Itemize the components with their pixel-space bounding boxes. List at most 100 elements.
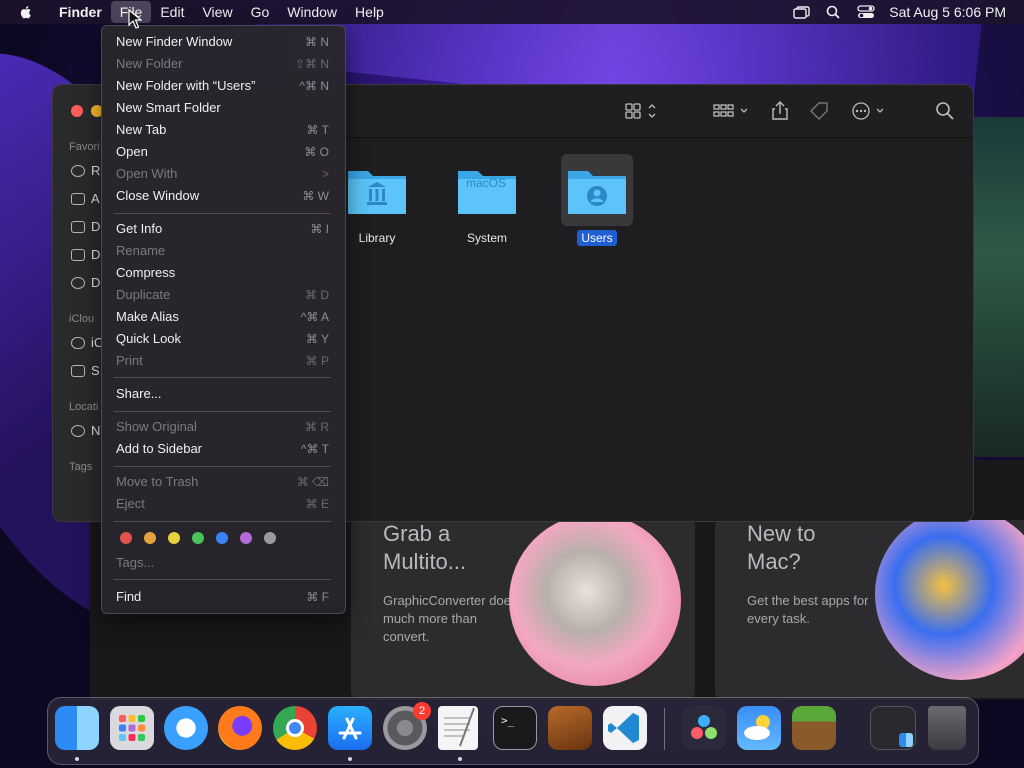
menu-item-get-info[interactable]: Get Info ⌘ I bbox=[116, 219, 331, 239]
menu-item-print: Print ⌘ P bbox=[116, 353, 329, 368]
menu-item-open[interactable]: Open ⌘ O bbox=[116, 142, 331, 162]
store-card-description: GraphicConverter does much more than con… bbox=[383, 593, 518, 644]
menu-item-quick-look[interactable]: Quick Look ⌘ Y bbox=[116, 329, 331, 349]
tag-red-button[interactable] bbox=[120, 532, 132, 544]
stage-manager-icon[interactable] bbox=[793, 5, 811, 19]
sidebar-item-recents[interactable]: R bbox=[71, 163, 100, 178]
dock-safari-icon[interactable] bbox=[164, 706, 208, 750]
menu-bar: Finder File Edit View Go Window Help Sat… bbox=[0, 0, 1024, 24]
applications-icon bbox=[71, 192, 85, 205]
menu-item-new-tab[interactable]: New Tab ⌘ T bbox=[116, 120, 331, 140]
store-card-new-to-mac[interactable]: New to Mac? Get the best apps for every t… bbox=[715, 520, 1024, 698]
folder-label: Users bbox=[577, 230, 617, 246]
more-actions-icon[interactable] bbox=[851, 101, 887, 121]
user-folder-icon bbox=[568, 171, 626, 214]
menu-go[interactable]: Go bbox=[242, 1, 279, 23]
menu-view[interactable]: View bbox=[193, 1, 241, 23]
dock-minecraft-icon[interactable] bbox=[792, 706, 836, 750]
menu-item-share[interactable]: Share... bbox=[116, 384, 331, 404]
dock-finder-icon[interactable] bbox=[55, 706, 99, 750]
menu-item-add-to-sidebar[interactable]: Add to Sidebar ^⌘ T bbox=[116, 439, 331, 459]
dock-chrome-icon[interactable] bbox=[273, 706, 317, 750]
menu-item-new-finder-window[interactable]: New Finder Window ⌘ N bbox=[116, 32, 331, 52]
control-center-icon[interactable] bbox=[857, 5, 875, 19]
menu-finder[interactable]: Finder bbox=[50, 1, 111, 23]
dock-trash-icon[interactable] bbox=[928, 706, 966, 750]
sidebar-section-icloud: iClou bbox=[69, 313, 95, 325]
window-close-button[interactable] bbox=[71, 105, 83, 117]
tag-icon[interactable] bbox=[809, 101, 829, 121]
tag-orange-button[interactable] bbox=[144, 532, 156, 544]
tag-blue-button[interactable] bbox=[216, 532, 228, 544]
icon-view-toggle-icon[interactable] bbox=[625, 101, 659, 121]
menu-item-close-window[interactable]: Close Window ⌘ W bbox=[116, 186, 331, 206]
menu-separator bbox=[114, 377, 331, 378]
library-icon bbox=[348, 171, 406, 214]
menu-item-duplicate: Duplicate ⌘ D bbox=[116, 287, 329, 302]
tag-purple-button[interactable] bbox=[240, 532, 252, 544]
dock-system-settings-icon[interactable]: 2 bbox=[383, 702, 431, 750]
sidebar-item-documents[interactable]: D bbox=[71, 247, 100, 262]
folder-icon bbox=[341, 154, 413, 226]
folder-label: System bbox=[466, 231, 507, 245]
sun-cloud-icon bbox=[744, 715, 770, 740]
menu-item-make-alias[interactable]: Make Alias ^⌘ A bbox=[116, 307, 331, 327]
cloud-icon bbox=[71, 336, 85, 349]
tag-green-button[interactable] bbox=[192, 532, 204, 544]
menu-bar-clock[interactable]: Sat Aug 5 6:06 PM bbox=[889, 4, 1006, 20]
sidebar-item-shared[interactable]: S bbox=[71, 363, 100, 378]
folder-system[interactable]: System bbox=[449, 154, 525, 247]
menu-window[interactable]: Window bbox=[278, 1, 346, 23]
dock-launchpad-icon[interactable] bbox=[110, 706, 154, 750]
finder-badge-icon bbox=[899, 733, 913, 747]
sidebar-item-applications[interactable]: A bbox=[71, 191, 100, 206]
dock-app-store-icon[interactable] bbox=[328, 706, 372, 750]
menu-separator bbox=[114, 213, 331, 214]
system-folder-glyph: macOS bbox=[465, 176, 506, 190]
folder-users[interactable]: Users bbox=[559, 154, 635, 247]
folder-icon bbox=[451, 154, 523, 226]
sidebar-item-icloud-drive[interactable]: iC bbox=[71, 335, 103, 350]
spotlight-search-icon[interactable] bbox=[825, 5, 843, 19]
sidebar-item-downloads[interactable]: D bbox=[71, 275, 100, 290]
dock-separator bbox=[664, 708, 665, 750]
menu-item-new-folder-with-selection[interactable]: New Folder with “Users” ^⌘ N bbox=[116, 76, 331, 96]
dock-terminal-icon[interactable]: >_ bbox=[493, 706, 537, 750]
folder-library[interactable]: Library bbox=[339, 154, 415, 247]
dock-weather-icon[interactable] bbox=[737, 706, 781, 750]
menu-help[interactable]: Help bbox=[346, 1, 393, 23]
tag-yellow-button[interactable] bbox=[168, 532, 180, 544]
search-icon[interactable] bbox=[935, 101, 955, 121]
menu-item-new-smart-folder[interactable]: New Smart Folder bbox=[116, 98, 331, 118]
textedit-lines-icon bbox=[444, 707, 475, 747]
background-window-art bbox=[972, 117, 1024, 457]
globe-icon bbox=[71, 424, 85, 437]
menu-item-find[interactable]: Find ⌘ F bbox=[116, 587, 331, 607]
menu-item-compress[interactable]: Compress bbox=[116, 263, 331, 283]
menu-edit[interactable]: Edit bbox=[151, 1, 193, 23]
sidebar-item-network[interactable]: N bbox=[71, 423, 100, 438]
clock-icon bbox=[71, 164, 85, 177]
desktop-icon bbox=[71, 220, 85, 233]
menu-item-rename: Rename bbox=[116, 243, 166, 258]
store-card-graphicconverter[interactable]: Grab a Multito... GraphicConverter does m… bbox=[351, 520, 695, 698]
tag-gray-button[interactable] bbox=[264, 532, 276, 544]
sidebar-item-desktop[interactable]: D bbox=[71, 219, 100, 234]
sidebar-section-favorites: Favori bbox=[69, 141, 100, 153]
dock-davinci-resolve-icon[interactable] bbox=[682, 706, 726, 750]
dock-firefox-icon[interactable] bbox=[218, 706, 262, 750]
davinci-petals-icon bbox=[691, 715, 717, 739]
launchpad-grid-icon bbox=[119, 715, 145, 741]
finder-toolbar bbox=[343, 85, 973, 138]
store-card-title: Grab a Multito... bbox=[383, 521, 467, 574]
group-by-icon[interactable] bbox=[713, 101, 751, 121]
share-icon[interactable] bbox=[771, 101, 789, 121]
dock-vscode-icon[interactable] bbox=[603, 706, 647, 750]
dock-textedit-icon[interactable] bbox=[438, 706, 478, 750]
store-card-title: New to Mac? bbox=[747, 521, 816, 574]
dock-minimized-window-icon[interactable] bbox=[870, 706, 916, 750]
finder-sidebar: Favori R A D D D iClou iC S Locati N Tag… bbox=[53, 85, 103, 521]
apple-logo-icon[interactable] bbox=[18, 4, 34, 20]
document-icon bbox=[71, 248, 85, 261]
dock-garageband-icon[interactable] bbox=[548, 706, 592, 750]
